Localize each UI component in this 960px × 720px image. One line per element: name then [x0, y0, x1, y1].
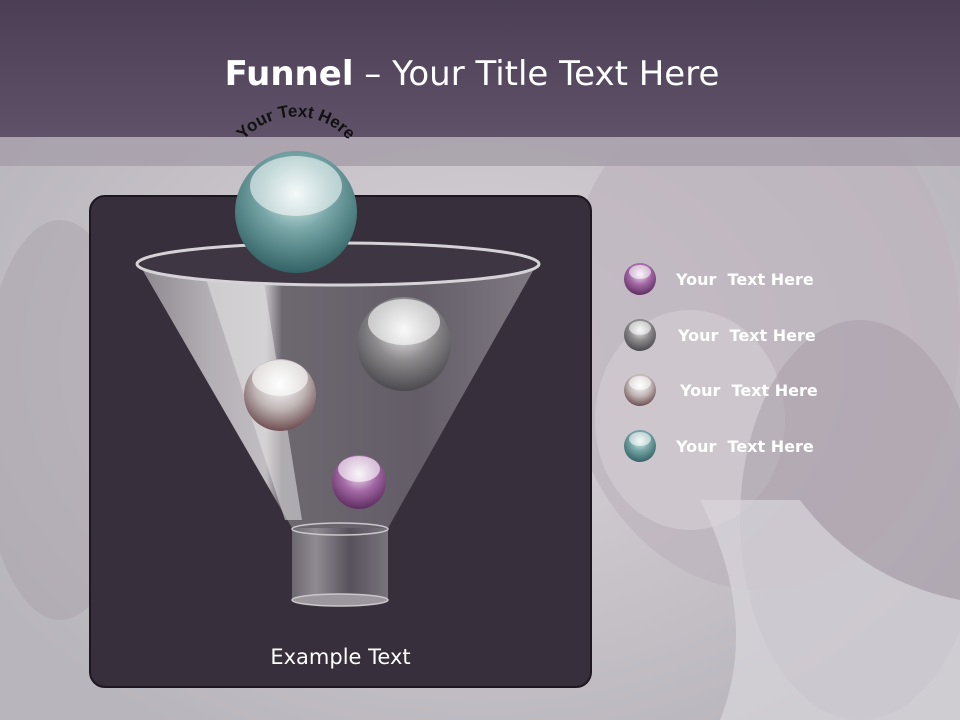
legend-item-2: Your Text Here [623, 317, 816, 353]
rose-ball-icon [624, 374, 656, 406]
legend-item-3: Your Text Here [623, 372, 818, 408]
legend-label-4: Your Text Here [676, 436, 814, 456]
funnel-graphic: Your Text Here [135, 101, 541, 607]
example-text: Example Text [270, 645, 411, 669]
legend-label-3: Your Text Here [680, 380, 818, 400]
purple-ball-icon [624, 263, 656, 295]
legend-label-1: Your Text Here [676, 269, 814, 289]
teal-ball [235, 151, 357, 273]
gray-ball-icon [624, 319, 656, 351]
legend-label-2: Your Text Here [678, 325, 816, 345]
gray-ball [357, 297, 451, 391]
rose-ball [244, 359, 316, 431]
legend-item-4: Your Text Here [623, 428, 814, 464]
legend-item-1: Your Text Here [623, 261, 814, 297]
purple-ball [332, 455, 386, 509]
arc-text: Your Text Here [233, 101, 359, 143]
teal-ball-icon [624, 430, 656, 462]
svg-text:Your Text Here: Your Text Here [233, 101, 359, 143]
